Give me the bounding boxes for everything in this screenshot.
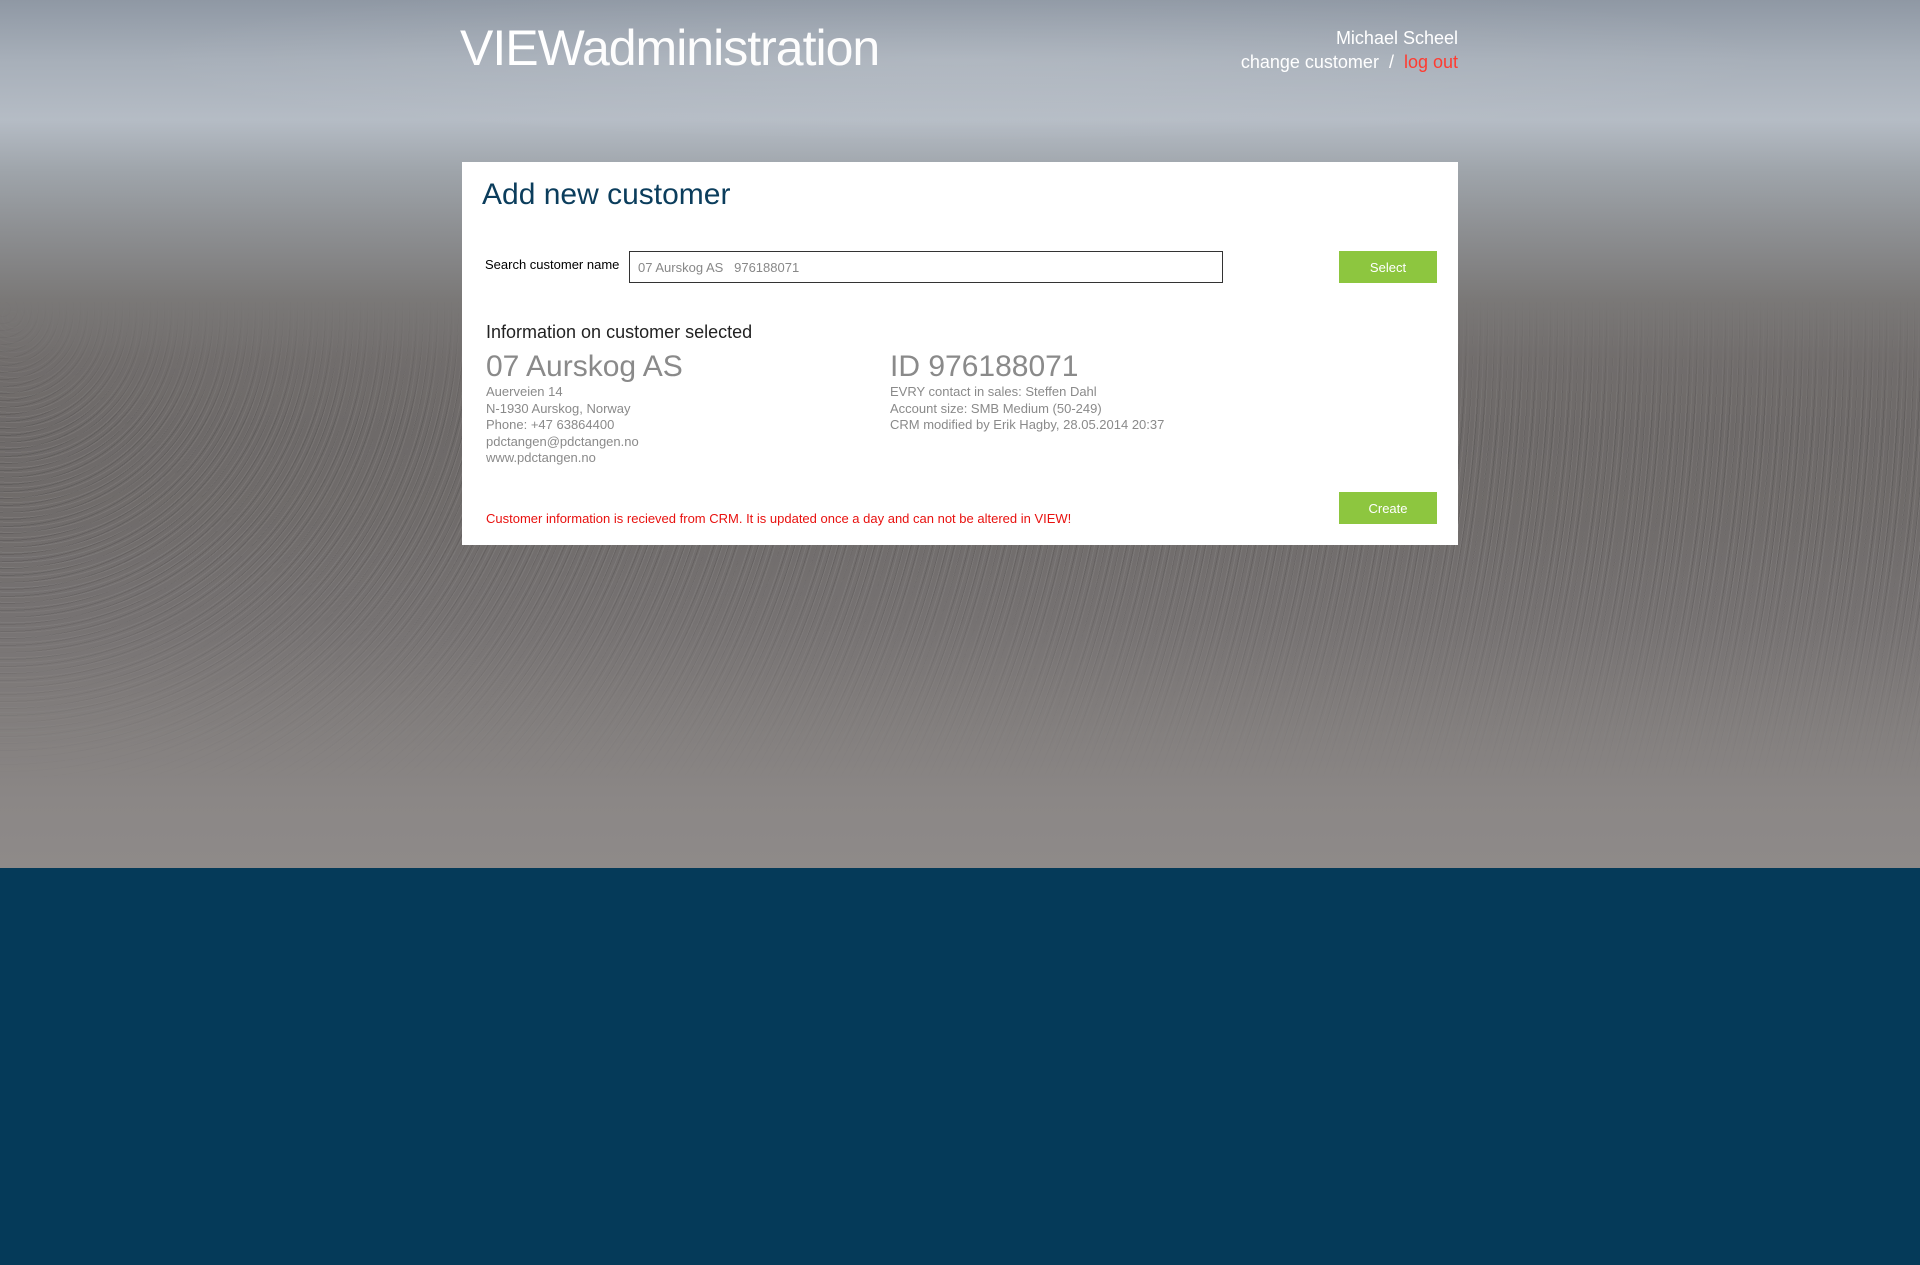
account-size: Account size: SMB Medium (50-249): [890, 400, 1102, 416]
logo-strong-text: VIEW: [460, 20, 583, 76]
customer-website: www.pdctangen.no: [486, 450, 596, 465]
search-customer-input[interactable]: [629, 251, 1223, 283]
search-customer-label: Search customer name: [485, 257, 620, 272]
user-menu: Michael Scheel change customer / log out: [1241, 26, 1458, 74]
change-customer-link[interactable]: change customer: [1241, 52, 1379, 72]
select-button[interactable]: Select: [1339, 251, 1437, 283]
customer-email: pdctangen@pdctangen.no: [486, 433, 639, 449]
logo-light-text: administration: [581, 20, 880, 76]
app-logo: VIEWadministration: [460, 18, 880, 78]
customer-id: ID 976188071: [890, 350, 1079, 383]
info-heading: Information on customer selected: [486, 322, 753, 342]
customer-phone: Phone: +47 63864400: [486, 417, 615, 432]
add-customer-panel: Add new customer Search customer name Se…: [462, 162, 1458, 545]
create-button[interactable]: Create: [1339, 492, 1437, 524]
user-links: change customer / log out: [1241, 50, 1458, 74]
link-separator: /: [1388, 52, 1394, 72]
crm-modified: CRM modified by Erik Hagby, 28.05.2014 2…: [890, 417, 1165, 432]
customer-postal: N-1930 Aurskog, Norway: [486, 400, 631, 416]
user-name: Michael Scheel: [1335, 28, 1458, 48]
customer-contact-info: 07 Aurskog AS Auerveien 14 N-1930 Aursko…: [486, 350, 683, 467]
customer-address: Auerveien 14: [486, 384, 563, 399]
logout-link[interactable]: log out: [1404, 52, 1458, 72]
customer-crm-details: ID 976188071 EVRY contact in sales: Stef…: [890, 350, 1164, 434]
customer-name: 07 Aurskog AS: [486, 350, 683, 383]
sales-contact: EVRY contact in sales: Steffen Dahl: [890, 384, 1097, 399]
page-title: Add new customer: [482, 178, 731, 211]
crm-notice: Customer information is recieved from CR…: [486, 511, 1072, 526]
